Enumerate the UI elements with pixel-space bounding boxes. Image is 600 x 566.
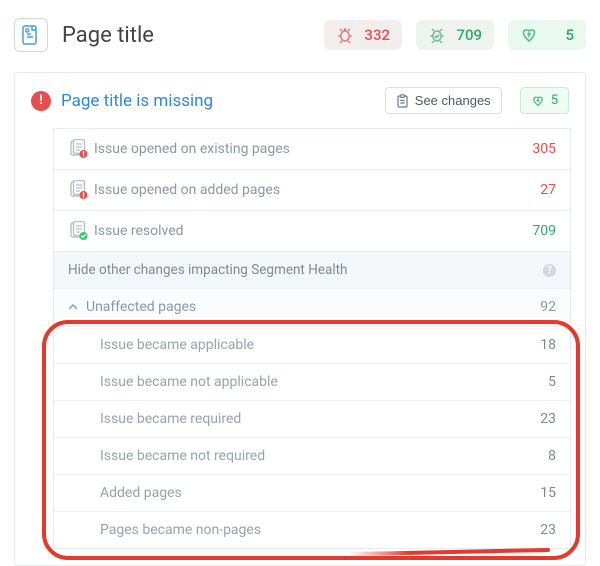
subrow-label: Issue became not required — [100, 448, 500, 464]
bugs-resolved-pill[interactable]: 709 — [416, 20, 494, 50]
subrow-count: 15 — [500, 485, 556, 501]
row-opened-existing[interactable]: Issue opened on existing pages 305 — [54, 129, 570, 170]
group-count: 92 — [500, 299, 556, 315]
unaffected-pages-toggle[interactable]: Unaffected pages 92 — [54, 289, 570, 326]
bugs-resolved-count: 709 — [454, 26, 482, 44]
subrow-count: 8 — [500, 448, 556, 464]
subhead-label: Hide other changes impacting Segment Hea… — [68, 262, 537, 278]
subrow-not-required[interactable]: Issue became not required 8 — [54, 437, 570, 474]
row-label: Issue opened on existing pages — [94, 141, 500, 157]
highlight-underline — [350, 548, 550, 556]
subrow-label: Pages became non-pages — [100, 522, 500, 538]
row-opened-added[interactable]: Issue opened on added pages 27 — [54, 170, 570, 211]
clipboard-icon — [396, 94, 409, 108]
see-changes-label: See changes — [415, 93, 491, 108]
doc-error-icon — [68, 180, 94, 200]
row-label: Issue resolved — [94, 223, 500, 239]
unaffected-subgroup: Issue became applicable 18 Issue became … — [54, 326, 570, 548]
subrow-count: 18 — [500, 337, 556, 353]
bugs-opened-pill[interactable]: 332 — [324, 20, 402, 50]
heart-up-icon — [520, 27, 538, 43]
health-delta-pill[interactable]: 5 — [508, 20, 586, 50]
subrow-added-pages[interactable]: Added pages 15 — [54, 474, 570, 511]
row-count: 305 — [500, 141, 556, 157]
chevron-up-icon — [68, 302, 78, 312]
page-title: Page title — [62, 23, 310, 48]
subrow-label: Issue became required — [100, 411, 500, 427]
doc-resolved-icon — [68, 221, 94, 241]
page-header: Page title 332 709 — [14, 18, 586, 52]
bug-opened-icon — [336, 27, 354, 43]
subrow-applicable[interactable]: Issue became applicable 18 — [54, 326, 570, 363]
row-resolved[interactable]: Issue resolved 709 — [54, 211, 570, 252]
see-changes-button[interactable]: See changes — [385, 87, 502, 114]
subrow-count: 5 — [500, 374, 556, 390]
group-label: Unaffected pages — [86, 299, 500, 315]
issue-card: ! Page title is missing See changes — [14, 72, 586, 566]
bugs-opened-count: 332 — [362, 26, 390, 44]
segment-health-subhead[interactable]: Hide other changes impacting Segment Hea… — [54, 252, 570, 289]
help-icon[interactable]: ? — [543, 264, 556, 277]
subrow-label: Added pages — [100, 485, 500, 501]
health-delta-count: 5 — [546, 26, 574, 44]
doc-error-icon — [68, 139, 94, 159]
bug-resolved-icon — [428, 27, 446, 43]
page-icon — [14, 18, 48, 52]
subrow-count: 23 — [500, 411, 556, 427]
card-health-pill[interactable]: 5 — [520, 87, 569, 114]
heart-up-icon — [531, 95, 545, 107]
subrow-non-pages[interactable]: Pages became non-pages 23 — [54, 511, 570, 548]
card-health-count: 5 — [551, 93, 558, 108]
card-header: ! Page title is missing See changes — [15, 73, 585, 124]
subrow-required[interactable]: Issue became required 23 — [54, 400, 570, 437]
row-label: Issue opened on added pages — [94, 182, 500, 198]
subrow-label: Issue became applicable — [100, 337, 500, 353]
issue-list: Issue opened on existing pages 305 Issue… — [53, 128, 571, 549]
row-count: 27 — [500, 182, 556, 198]
card-title[interactable]: Page title is missing — [61, 91, 375, 111]
subrow-not-applicable[interactable]: Issue became not applicable 5 — [54, 363, 570, 400]
error-dot-icon: ! — [31, 91, 51, 111]
subrow-count: 23 — [500, 522, 556, 538]
row-count: 709 — [500, 223, 556, 239]
subrow-label: Issue became not applicable — [100, 374, 500, 390]
